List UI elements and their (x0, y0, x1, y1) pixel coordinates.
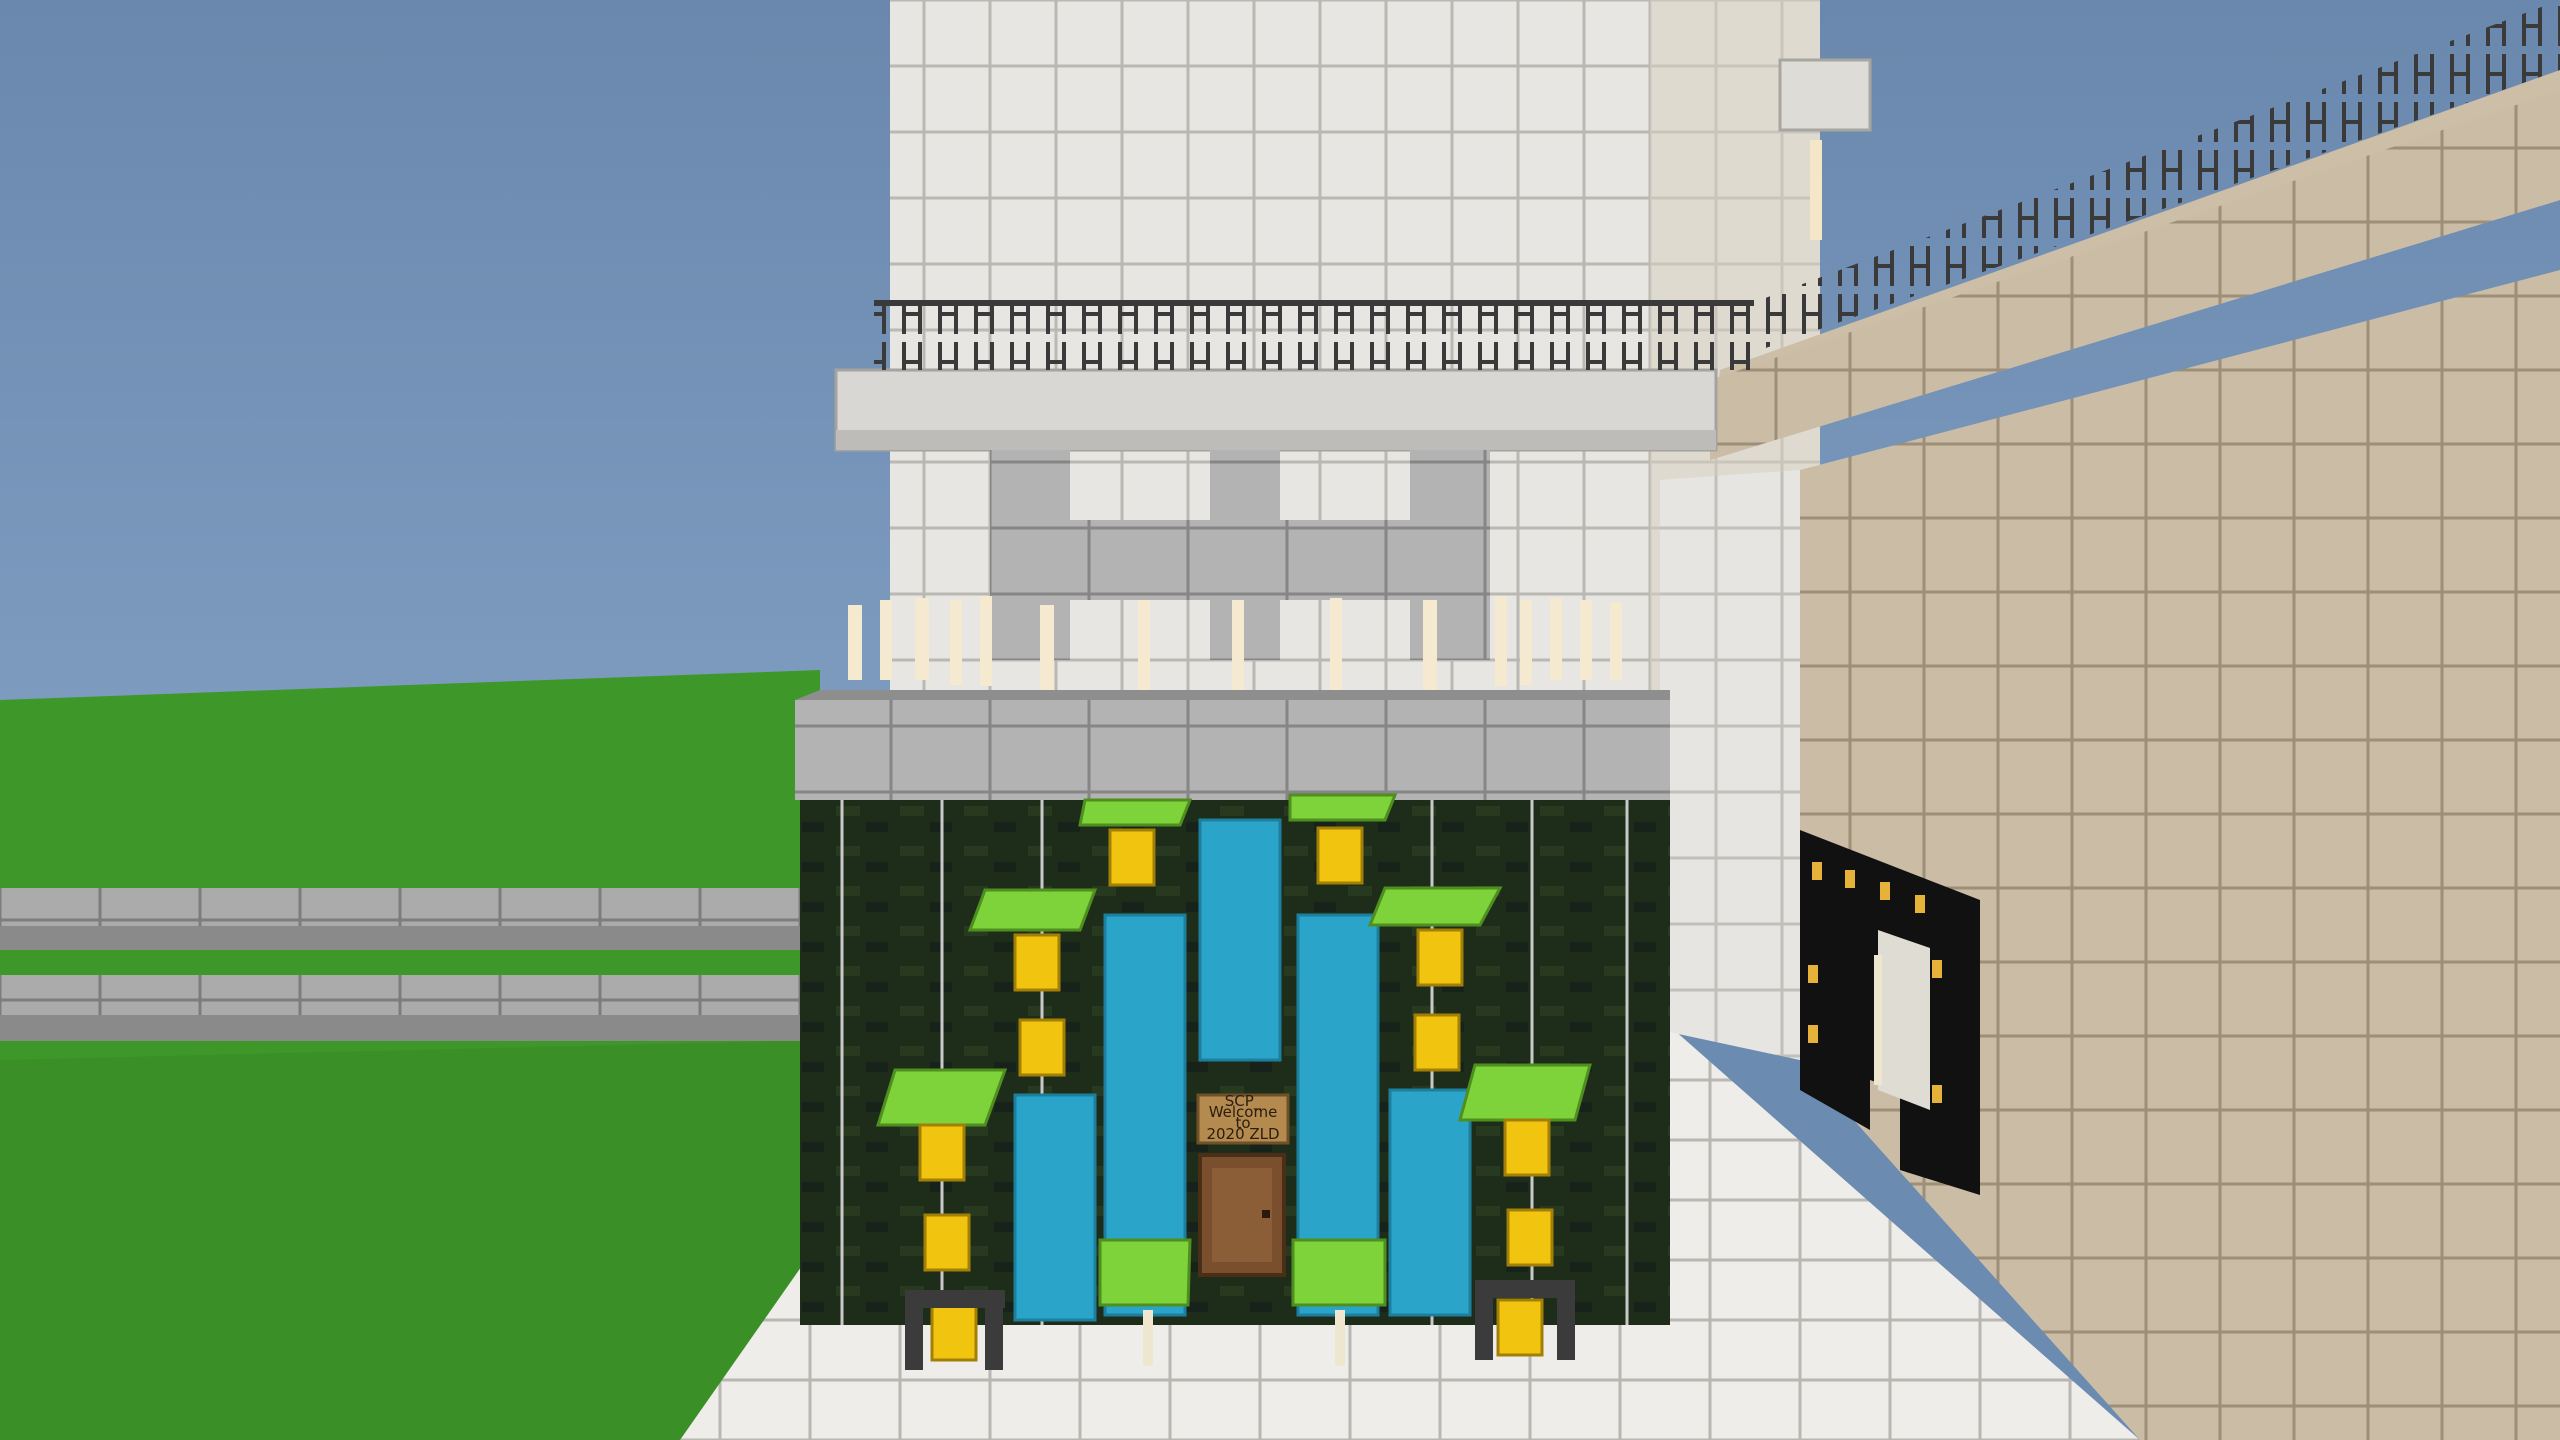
doorway-opening (1878, 930, 1930, 1110)
wall-top-pillar (1778, 58, 1872, 132)
wall-lower-tiles (1660, 470, 1800, 1060)
sign-line-4: 2020 ZLD (1206, 1125, 1279, 1143)
grass-shade (0, 1040, 820, 1440)
door-knob (1262, 1210, 1270, 1218)
tower-balcony-lip (836, 430, 1716, 450)
stone-roof (795, 700, 1670, 800)
pillar-candle (1810, 140, 1822, 240)
entrance-sign[interactable]: SCP_ Welcome to 2020 ZLD (1196, 1092, 1290, 1145)
game-viewport[interactable]: SCP_ Welcome to 2020 ZLD (0, 0, 2560, 1440)
tower-balcony-railing (874, 300, 1754, 370)
doorway-torch (1874, 955, 1882, 1085)
stone-roof-top (795, 690, 1670, 700)
railing-top (874, 300, 1754, 306)
